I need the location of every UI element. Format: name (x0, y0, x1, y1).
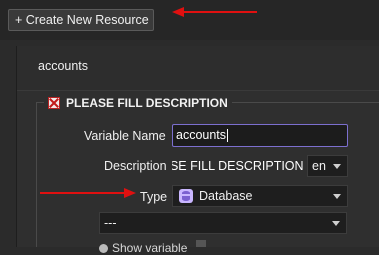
create-new-resource-button[interactable]: + Create New Resource (8, 9, 154, 31)
chevron-down-icon (333, 194, 341, 199)
show-variable-toggle[interactable] (196, 240, 206, 247)
database-icon (179, 189, 193, 203)
annotation-arrow-type (40, 188, 136, 198)
description-input[interactable]: PLEASE FILL DESCRIPTION (172, 155, 304, 177)
fieldset-legend: PLEASE FILL DESCRIPTION (44, 94, 232, 112)
radio-icon (99, 244, 108, 254)
subtype-select[interactable]: --- (99, 212, 347, 234)
legend-text: PLEASE FILL DESCRIPTION (66, 96, 228, 110)
show-variable-option[interactable]: Show variable (99, 241, 187, 255)
resource-name: accounts (38, 59, 89, 73)
show-variable-label: Show variable (112, 241, 188, 255)
type-value: Database (199, 189, 253, 203)
variable-name-label: Variable Name (84, 129, 166, 143)
chevron-down-icon (332, 221, 340, 226)
language-select[interactable]: en (307, 155, 348, 177)
annotation-arrow-top (172, 7, 257, 17)
close-error-icon (48, 97, 60, 109)
variable-name-value: accounts (176, 128, 227, 142)
type-label: Type (140, 190, 168, 204)
type-select[interactable]: Database (172, 185, 348, 207)
description-label: Description (104, 159, 167, 173)
description-value: PLEASE FILL DESCRIPTION (172, 159, 304, 173)
variable-name-input[interactable]: accounts (172, 124, 348, 147)
text-caret (227, 129, 229, 143)
subtype-value: --- (104, 216, 117, 230)
chevron-down-icon (333, 164, 341, 169)
language-value: en (312, 159, 326, 173)
